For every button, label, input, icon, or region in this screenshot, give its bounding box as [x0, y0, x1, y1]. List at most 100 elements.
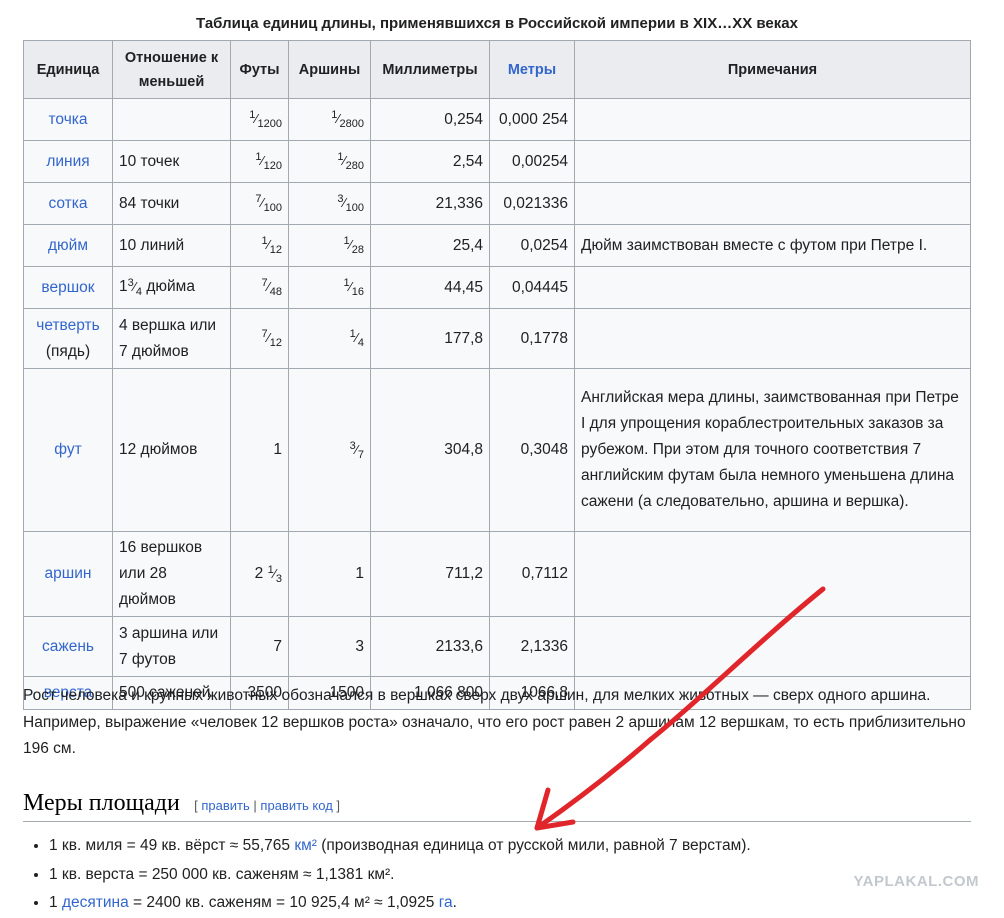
cell-relation: 4 вершка или 7 дюймов	[112, 308, 231, 369]
cell-feet: 1⁄1200	[230, 98, 289, 141]
unit-link[interactable]: аршин	[45, 565, 92, 582]
cell-feet: 7	[230, 616, 289, 677]
cell-feet: 7⁄12	[230, 308, 289, 369]
cell-note	[574, 531, 971, 617]
cell-metres: 2,1336	[489, 616, 575, 677]
fraction: 1⁄4	[349, 328, 364, 349]
section-heading: Меры площади [ править | править код ]	[23, 790, 971, 822]
fraction: 3⁄4	[127, 277, 143, 298]
cell-note	[574, 266, 971, 309]
table-row: вершок 13⁄4 дюйма 7⁄48 1⁄16 44,45 0,04445	[23, 266, 971, 309]
area-measures-list: 1 кв. миля = 49 кв. вёрст ≈ 55,765 км² (…	[23, 832, 751, 918]
cell-mm: 0,254	[370, 98, 490, 141]
list-item: 1 десятина = 2400 кв. саженям = 10 925,4…	[49, 889, 751, 918]
table-row: четверть (пядь) 4 вершка или 7 дюймов 7⁄12 1…	[23, 308, 971, 369]
table-row: линия 10 точек 1⁄120 1⁄280 2,54 0,00254	[23, 140, 971, 183]
fraction: 1⁄280	[337, 151, 364, 172]
fraction: 1⁄2800	[331, 109, 364, 130]
unit-link[interactable]: фут	[54, 441, 81, 458]
cell-metres: 0,3048	[489, 368, 575, 532]
cell-mm: 21,336	[370, 182, 490, 225]
cell-metres: 0,04445	[489, 266, 575, 309]
cell-metres: 0,1778	[489, 308, 575, 369]
col-header-relation[interactable]: Отношение к меньшей	[112, 40, 231, 99]
table-row: сотка 84 точки 7⁄100 3⁄100 21,336 0,021336	[23, 182, 971, 225]
col-header-metres-link[interactable]: Метры	[489, 40, 575, 99]
cell-unit: точка	[23, 98, 113, 141]
unit-link[interactable]: вершок	[41, 279, 94, 296]
units-table: Единица Отношение к меньшей Футы Аршины …	[23, 40, 971, 710]
cell-relation: 10 точек	[112, 140, 231, 183]
cell-metres: 0,000 254	[489, 98, 575, 141]
cell-arshins: 3	[288, 616, 371, 677]
unit-link[interactable]: точка	[48, 111, 87, 128]
hectare-link[interactable]: га	[439, 894, 453, 911]
cell-metres: 0,021336	[489, 182, 575, 225]
cell-arshins: 3⁄100	[288, 182, 371, 225]
table-row: аршин 16 вершков или 28 дюймов 2 1⁄3 1 711,2…	[23, 531, 971, 617]
edit-section-links: [ править | править код ]	[194, 798, 341, 813]
cell-note	[574, 182, 971, 225]
cell-feet: 7⁄48	[230, 266, 289, 309]
edit-link[interactable]: править	[201, 798, 249, 813]
cell-mm: 44,45	[370, 266, 490, 309]
cell-note: Английская мера длины, заимствованная пр…	[574, 368, 971, 532]
cell-unit: сотка	[23, 182, 113, 225]
km2-link[interactable]: км²	[294, 837, 317, 854]
cell-mm: 25,4	[370, 224, 490, 267]
fraction: 1⁄3	[267, 563, 282, 585]
cell-feet: 1	[230, 368, 289, 532]
cell-unit: аршин	[23, 531, 113, 617]
fraction: 7⁄12	[261, 328, 282, 349]
unit-link[interactable]: сотка	[48, 195, 87, 212]
cell-arshins: 3⁄7	[288, 368, 371, 532]
unit-link[interactable]: сажень	[42, 638, 94, 655]
watermark-logo: YAPLAKAL.COM	[853, 873, 979, 890]
cell-relation: 12 дюймов	[112, 368, 231, 532]
edit-code-link[interactable]: править код	[260, 798, 332, 813]
col-header-feet[interactable]: Футы	[230, 40, 289, 99]
fraction: 1⁄12	[261, 235, 282, 256]
fraction: 3⁄100	[337, 193, 364, 214]
desyatina-link[interactable]: десятина	[62, 894, 129, 911]
unit-link[interactable]: четверть	[36, 317, 99, 334]
unit-link[interactable]: дюйм	[48, 237, 88, 254]
unit-link[interactable]: линия	[46, 153, 89, 170]
cell-relation: 16 вершков или 28 дюймов	[112, 531, 231, 617]
cell-arshins: 1⁄16	[288, 266, 371, 309]
cell-arshins: 1⁄28	[288, 224, 371, 267]
col-header-mm[interactable]: Миллиметры	[370, 40, 490, 99]
cell-arshins: 1⁄2800	[288, 98, 371, 141]
cell-metres: 0,7112	[489, 531, 575, 617]
cell-feet: 7⁄100	[230, 182, 289, 225]
cell-relation: 10 линий	[112, 224, 231, 267]
list-item: 1 кв. верста = 250 000 кв. саженям ≈ 1,1…	[49, 861, 751, 890]
cell-metres: 0,0254	[489, 224, 575, 267]
cell-note	[574, 308, 971, 369]
cell-mm: 304,8	[370, 368, 490, 532]
col-header-notes[interactable]: Примечания	[574, 40, 971, 99]
cell-relation: 13⁄4 дюйма	[112, 266, 231, 309]
cell-note	[574, 140, 971, 183]
cell-mm: 711,2	[370, 531, 490, 617]
list-item: 1 кв. миля = 49 кв. вёрст ≈ 55,765 км² (…	[49, 832, 751, 861]
cell-feet: 1⁄120	[230, 140, 289, 183]
table-row: фут 12 дюймов 1 3⁄7 304,8 0,3048 Английская ме…	[23, 368, 971, 532]
fraction: 1⁄28	[343, 235, 364, 256]
cell-unit: вершок	[23, 266, 113, 309]
height-paragraph: Рост человека и крупных животных обознач…	[23, 687, 966, 757]
cell-arshins: 1	[288, 531, 371, 617]
table-row: сажень 3 аршина или 7 футов 7 3 2133,6 2,1336	[23, 616, 971, 677]
fraction: 1⁄1200	[249, 109, 282, 130]
table-header-row: Единица Отношение к меньшей Футы Аршины …	[23, 40, 971, 99]
table-row: точка 1⁄1200 1⁄2800 0,254 0,000 254	[23, 98, 971, 141]
col-header-unit[interactable]: Единица	[23, 40, 113, 99]
cell-unit: сажень	[23, 616, 113, 677]
cell-note: Дюйм заимствован вместе с футом при Петр…	[574, 224, 971, 267]
table-caption: Таблица единиц длины, применявшихся в Ро…	[196, 15, 798, 32]
fraction: 7⁄100	[255, 193, 282, 214]
cell-mm: 177,8	[370, 308, 490, 369]
cell-note	[574, 616, 971, 677]
table-row: дюйм 10 линий 1⁄12 1⁄28 25,4 0,0254 Дюйм заимс…	[23, 224, 971, 267]
col-header-arshins[interactable]: Аршины	[288, 40, 371, 99]
